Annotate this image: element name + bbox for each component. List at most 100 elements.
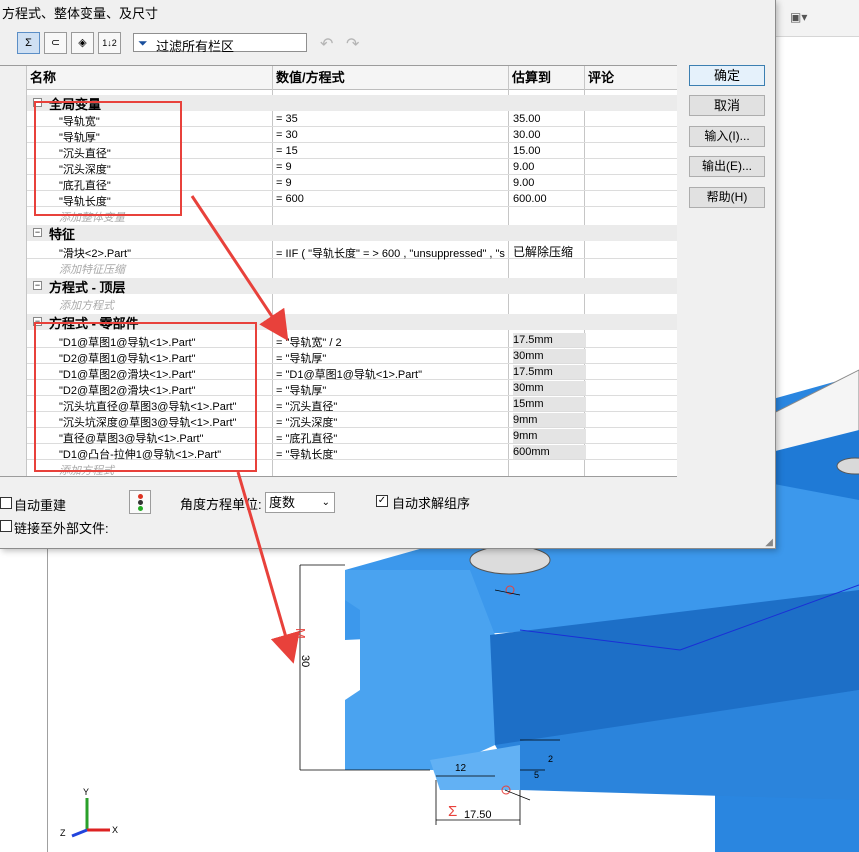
table-row[interactable]: "沉头坑深度@草图3@导轨<1>.Part" = "沉头深度" 9mm xyxy=(27,412,677,429)
table-row[interactable]: "D1@草图2@滑块<1>.Part" = "D1@草图1@导轨<1>.Part"… xyxy=(27,364,677,381)
table-row[interactable]: "导轨厚" = 30 30.00 xyxy=(27,127,677,144)
var-eval: 9.00 xyxy=(513,177,535,189)
equation-eval: 9mm xyxy=(513,413,586,427)
angle-unit-label: 角度方程单位: xyxy=(180,497,262,512)
equation-eval: 30mm xyxy=(513,349,586,363)
dim-halfwidth-value[interactable]: 17.50 xyxy=(464,809,492,821)
var-eval: 15.00 xyxy=(513,145,541,157)
var-value[interactable]: = 15 xyxy=(276,145,298,157)
ordered-view-button[interactable]: 1↓2 xyxy=(98,32,121,54)
angle-unit-value: 度数 xyxy=(269,495,296,510)
section-title: 方程式 - 顶层 xyxy=(49,280,126,295)
link-external-label: 链接至外部文件: xyxy=(14,521,109,536)
auto-rebuild-checkbox[interactable] xyxy=(0,497,12,509)
table-row[interactable]: "滑块<2>.Part" = IIF ( "导轨长度" = > 600 , "un… xyxy=(27,243,677,260)
dim-halfwidth-marker: Σ xyxy=(448,803,457,820)
table-row[interactable]: "D1@凸台-拉伸1@导轨<1>.Part" = "导轨长度" 600mm xyxy=(27,444,677,461)
section-title: 特征 xyxy=(49,227,76,242)
table-row[interactable]: "导轨长度" = 600 600.00 xyxy=(27,191,677,208)
link-external-checkbox[interactable] xyxy=(0,520,12,532)
dialog-title: 方程式、整体变量、及尺寸 xyxy=(2,6,159,21)
section-title: 方程式 - 零部件 xyxy=(49,316,139,331)
sigma-icon: Σ xyxy=(25,37,32,49)
resize-grip-icon[interactable]: ◢ xyxy=(765,537,773,548)
filter-placeholder: 过滤所有栏区 xyxy=(156,39,235,54)
section-equations-components[interactable]: − 方程式 - 零部件 xyxy=(27,314,677,331)
dim-small-b[interactable]: 2 xyxy=(548,754,553,764)
dim-height-value[interactable]: 30 xyxy=(299,655,311,667)
svg-text:Z: Z xyxy=(60,828,66,838)
section-features[interactable]: − 特征 xyxy=(27,225,677,242)
bolt-hole-front xyxy=(469,545,551,575)
auto-solve-checkbox[interactable]: ✓ xyxy=(376,495,388,507)
add-component-equation-row[interactable]: 添加方程式 xyxy=(27,460,677,477)
sort-order-icon: 1↓2 xyxy=(102,38,117,48)
sketch-equation-view-button[interactable]: ⊂ xyxy=(44,32,67,54)
table-row[interactable]: "沉头深度" = 9 9.00 xyxy=(27,159,677,176)
table-row[interactable]: "直径@草图3@导轨<1>.Part" = "底孔直径" 9mm xyxy=(27,428,677,445)
import-button[interactable]: 输入(I)... xyxy=(689,126,765,147)
equation-eval: 600mm xyxy=(513,445,586,459)
undo-icon[interactable]: ↶ xyxy=(320,34,333,54)
equations-dialog: 方程式、整体变量、及尺寸 Σ ⊂ ◈ 1↓2 ⏷ 过滤所有栏区 ↶ ↷ 名称 数… xyxy=(0,0,776,549)
equation-eval: 15mm xyxy=(513,397,586,411)
svg-text:X: X xyxy=(112,825,118,835)
var-value[interactable]: = 30 xyxy=(276,129,298,141)
axis-triad: Y X Z xyxy=(60,787,118,838)
add-global-variable-row[interactable]: 添加整体变量 xyxy=(27,207,677,224)
table-row[interactable]: "底孔直径" = 9 9.00 xyxy=(27,175,677,192)
var-eval: 30.00 xyxy=(513,129,541,141)
table-row[interactable]: "沉头坑直径@草图3@导轨<1>.Part" = "沉头直径" 15mm xyxy=(27,396,677,413)
section-equations-top-level[interactable]: − 方程式 - 顶层 xyxy=(27,278,677,295)
ok-button[interactable]: 确定 xyxy=(689,65,765,86)
cancel-button[interactable]: 取消 xyxy=(689,95,765,116)
dim-small-a[interactable]: 5 xyxy=(534,770,539,780)
var-value[interactable]: = 9 xyxy=(276,161,292,173)
svg-text:Y: Y xyxy=(83,787,89,797)
column-header-evaluates[interactable]: 估算到 xyxy=(509,66,585,90)
var-eval: 600.00 xyxy=(513,193,547,205)
table-row[interactable]: "D2@草图2@滑块<1>.Part" = "导轨厚" 30mm xyxy=(27,380,677,397)
auto-rebuild-label: 自动重建 xyxy=(14,498,67,513)
collapse-icon[interactable]: − xyxy=(33,281,42,290)
column-header-value[interactable]: 数值/方程式 xyxy=(273,66,509,90)
rail-left-profile xyxy=(345,570,495,770)
dimension-icon: ◈ xyxy=(78,37,87,49)
var-eval: 9.00 xyxy=(513,161,535,173)
dimension-view-button[interactable]: ◈ xyxy=(71,32,94,54)
column-header-name[interactable]: 名称 xyxy=(27,66,273,90)
equations-grid[interactable]: 名称 数值/方程式 估算到 评论 − 全局变量 "导轨宽" = 35 35.00 "… xyxy=(0,65,677,477)
collapse-icon[interactable]: − xyxy=(33,317,42,326)
var-value[interactable]: = 35 xyxy=(276,113,298,125)
filter-input[interactable]: ⏷ 过滤所有栏区 xyxy=(133,33,307,54)
add-feature-suppression-row[interactable]: 添加特征压缩 xyxy=(27,259,677,276)
table-row[interactable]: "D2@草图1@导轨<1>.Part" = "导轨厚" 30mm xyxy=(27,348,677,365)
section-global-variables[interactable]: − 全局变量 xyxy=(27,95,677,112)
help-button[interactable]: 帮助(H) xyxy=(689,187,765,208)
var-eval: 35.00 xyxy=(513,113,541,125)
traffic-light-icon[interactable] xyxy=(129,490,151,514)
column-header-comment[interactable]: 评论 xyxy=(585,66,677,90)
collapse-icon[interactable]: − xyxy=(33,228,42,237)
add-equation-row[interactable]: 添加方程式 xyxy=(27,295,677,312)
angle-unit-select[interactable]: 度数 ⌄ xyxy=(265,492,335,513)
dim-base-value[interactable]: 12 xyxy=(455,763,467,774)
table-row[interactable]: "导轨宽" = 35 35.00 xyxy=(27,111,677,128)
redo-icon[interactable]: ↷ xyxy=(346,34,359,54)
row-header-column xyxy=(0,66,27,476)
auto-solve-label: 自动求解组序 xyxy=(392,496,471,511)
filter-funnel-icon: ⏷ xyxy=(138,36,148,50)
var-value[interactable]: = 600 xyxy=(276,193,304,205)
dim-height-marker: M xyxy=(293,628,308,639)
export-button[interactable]: 输出(E)... xyxy=(689,156,765,177)
chevron-down-icon: ⌄ xyxy=(321,497,330,508)
var-value[interactable]: = 9 xyxy=(276,177,292,189)
sketch-equation-icon: ⊂ xyxy=(50,37,61,49)
table-row[interactable]: "D1@草图1@导轨<1>.Part" = "导轨宽" / 2 17.5mm xyxy=(27,332,677,349)
collapse-icon[interactable]: − xyxy=(33,98,42,107)
equation-eval: 17.5mm xyxy=(513,333,586,347)
equation-view-button[interactable]: Σ xyxy=(17,32,40,54)
equation-eval: 17.5mm xyxy=(513,365,586,379)
table-row[interactable]: "沉头直径" = 15 15.00 xyxy=(27,143,677,160)
feature-eval: 已解除压缩 xyxy=(513,245,574,259)
